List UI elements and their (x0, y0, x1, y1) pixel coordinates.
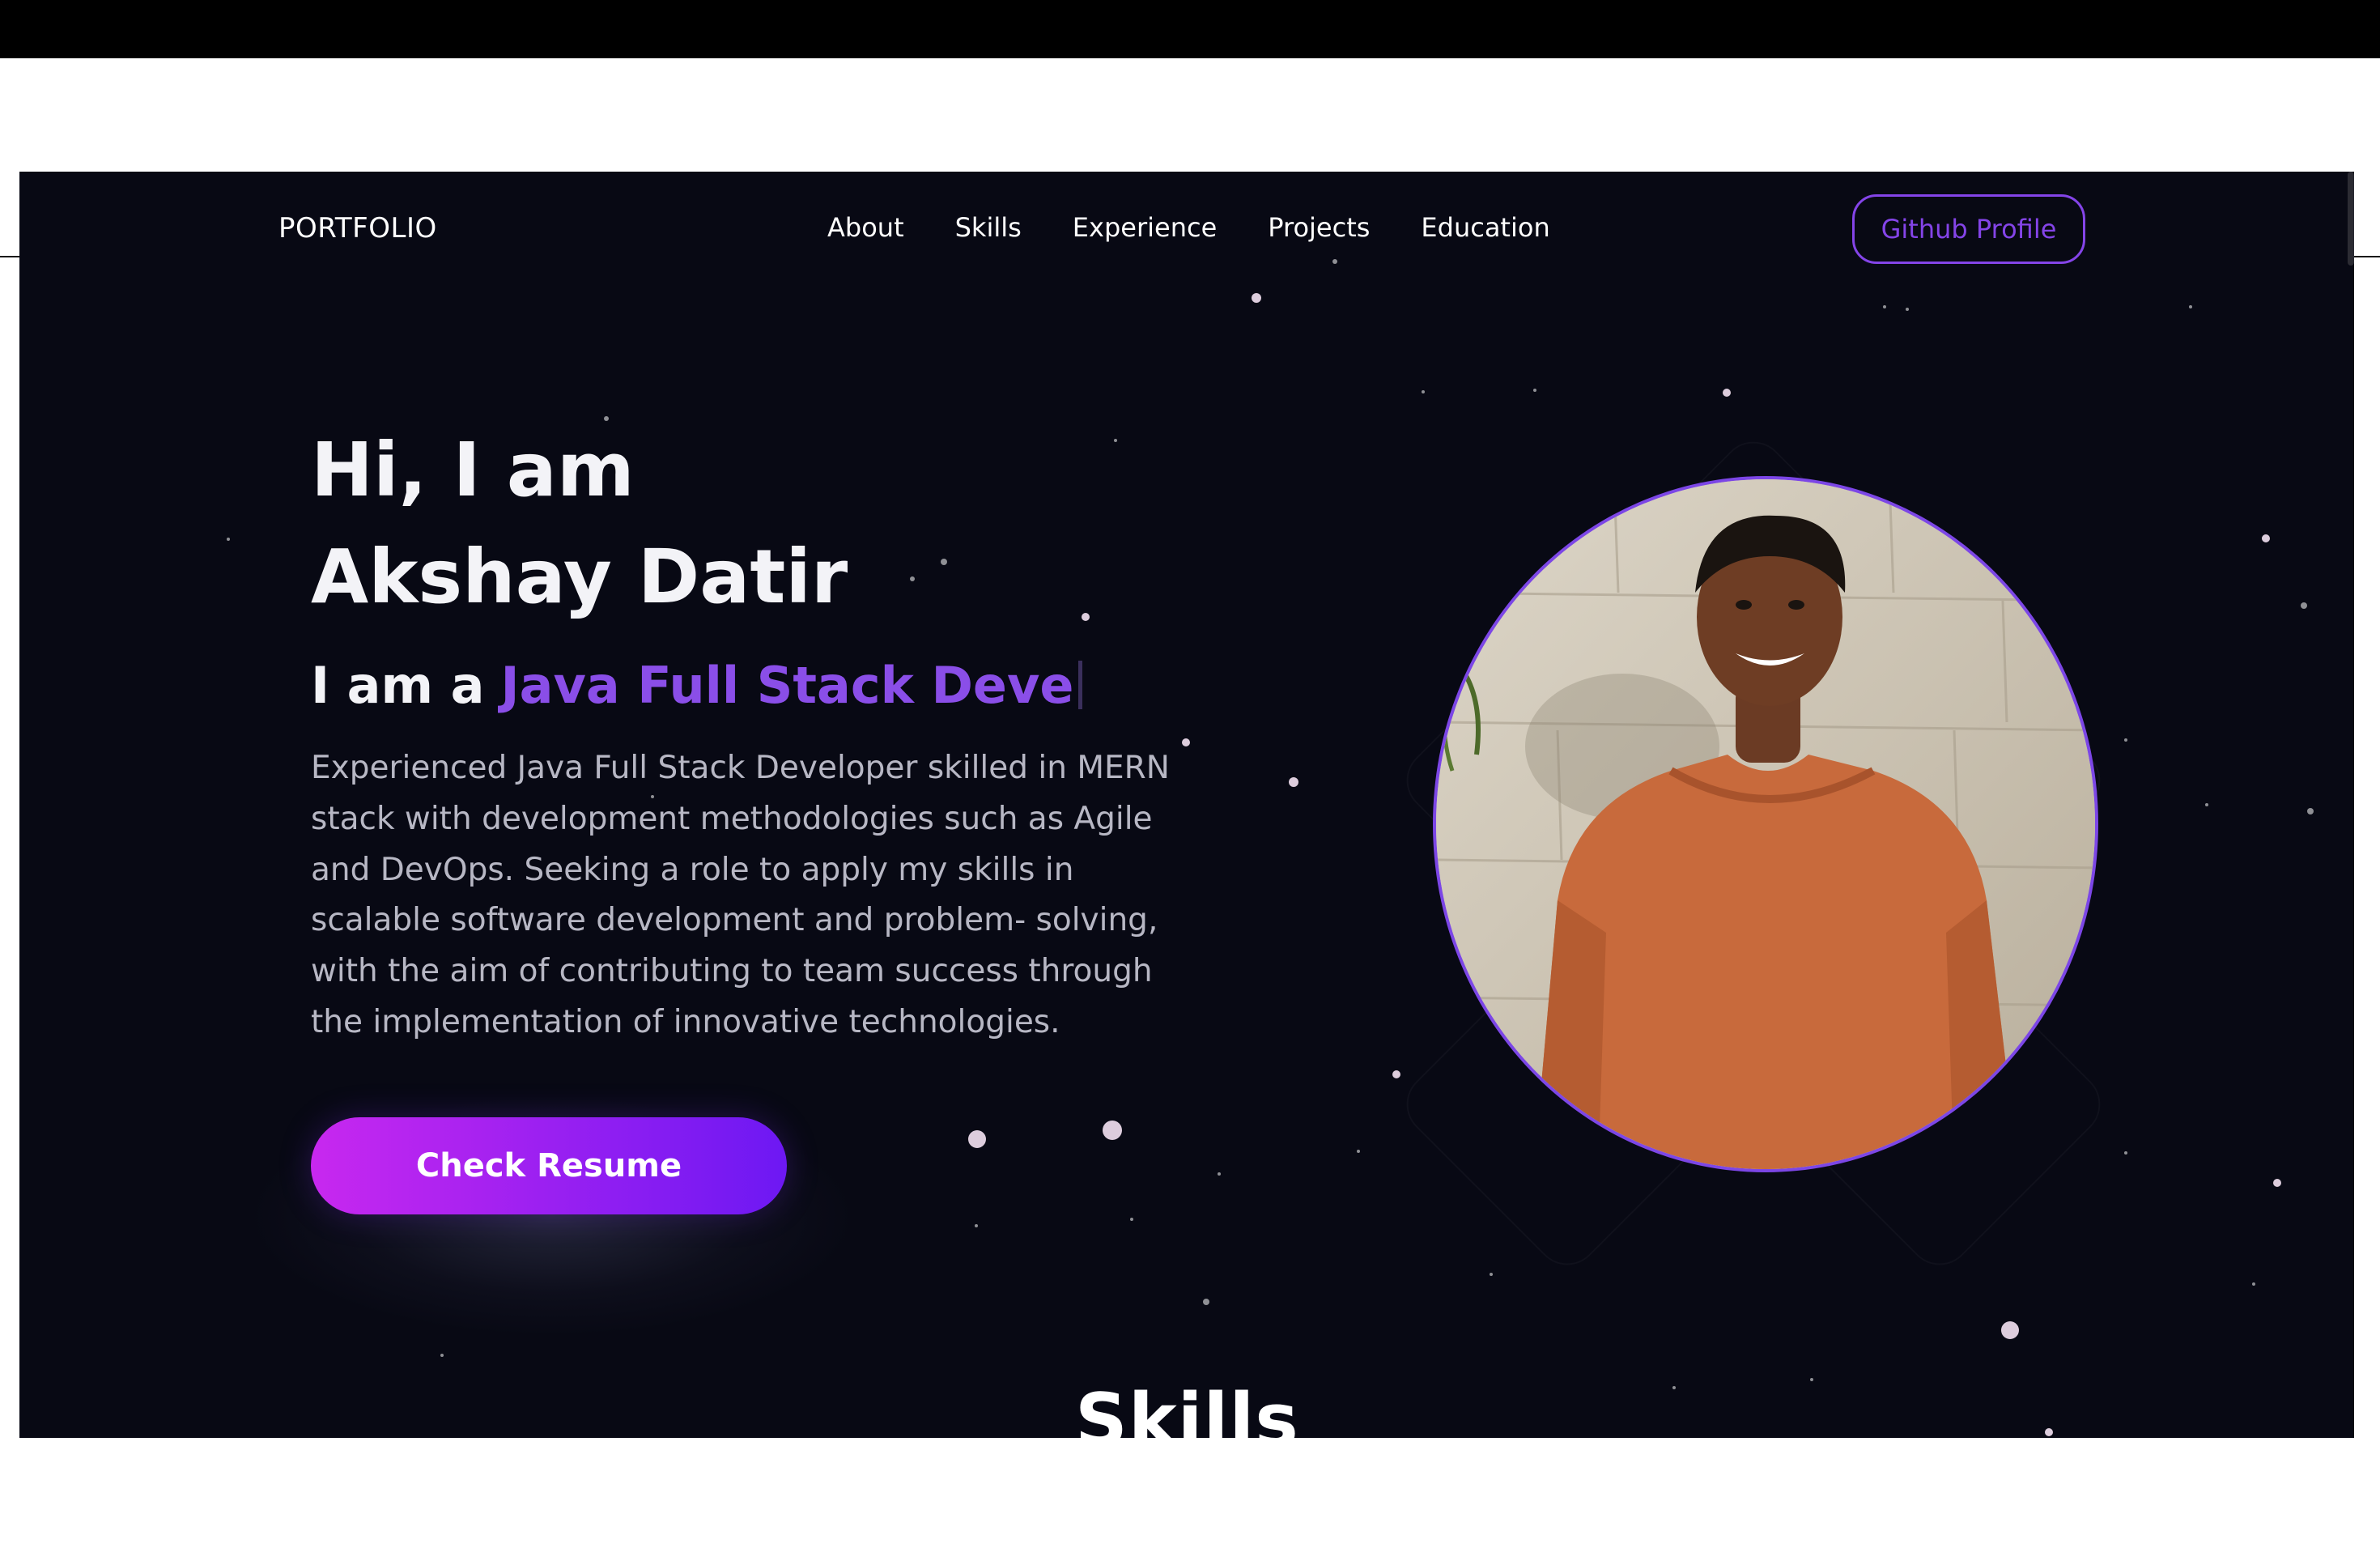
star-dot (2124, 1151, 2127, 1155)
role-line: I am a Java Full Stack Deve (311, 656, 1083, 715)
star-dot (1490, 1273, 1493, 1276)
role-typed-text: Java Full Stack Deve (500, 656, 1074, 715)
star-dot (440, 1354, 444, 1357)
star-dot (1332, 259, 1337, 264)
star-dot (2001, 1321, 2019, 1339)
star-dot (1114, 439, 1117, 442)
star-dot (2301, 602, 2307, 609)
star-dot (1392, 1070, 1400, 1078)
star-dot (1422, 390, 1425, 393)
section-heading-skills: Skills (1075, 1378, 1299, 1438)
star-dot (1533, 389, 1536, 392)
main-nav: About Skills Experience Projects Educati… (827, 212, 1550, 243)
star-dot (227, 538, 230, 541)
star-dot (968, 1130, 986, 1148)
nav-link-experience[interactable]: Experience (1073, 212, 1217, 243)
nav-link-projects[interactable]: Projects (1268, 212, 1370, 243)
star-dot (1103, 1121, 1122, 1140)
star-dot (1672, 1386, 1676, 1389)
star-dot (941, 559, 947, 565)
star-dot (2262, 534, 2270, 542)
profile-photo-illustration (1436, 479, 2095, 1169)
star-dot (1130, 1218, 1133, 1221)
check-resume-button[interactable]: Check Resume (311, 1117, 787, 1214)
nav-link-skills[interactable]: Skills (955, 212, 1022, 243)
star-dot (1218, 1172, 1221, 1176)
portfolio-page: PORTFOLIO About Skills Experience Projec… (19, 172, 2354, 1438)
star-dot (975, 1224, 978, 1227)
star-dot (1289, 777, 1298, 787)
star-dot (1810, 1378, 1813, 1381)
nav-link-education[interactable]: Education (1421, 212, 1549, 243)
star-dot (1906, 308, 1909, 311)
star-dot (1252, 293, 1261, 303)
star-dot (2273, 1179, 2281, 1187)
star-dot (1723, 389, 1731, 397)
star-dot (1082, 613, 1090, 621)
star-dot (1203, 1299, 1209, 1305)
hero-name: Akshay Datir (311, 534, 848, 620)
star-dot (2045, 1428, 2053, 1436)
scrollbar[interactable] (2348, 172, 2354, 266)
star-dot (2189, 305, 2192, 308)
star-dot (2124, 738, 2127, 742)
star-dot (604, 416, 609, 421)
typing-cursor (1078, 661, 1083, 709)
nav-link-about[interactable]: About (827, 212, 904, 243)
star-dot (2205, 803, 2208, 806)
browser-top-bar (0, 0, 2380, 58)
hero-greeting: Hi, I am (311, 427, 635, 513)
hero-description: Experienced Java Full Stack Developer sk… (311, 750, 1170, 1040)
role-prefix: I am a (311, 656, 485, 715)
star-dot (2252, 1282, 2255, 1286)
github-profile-button[interactable]: Github Profile (1852, 194, 2085, 264)
profile-photo (1433, 476, 2098, 1172)
star-dot (2307, 808, 2314, 814)
brand-logo[interactable]: PORTFOLIO (278, 212, 437, 245)
star-dot (1357, 1150, 1360, 1153)
star-dot (910, 576, 915, 581)
star-dot (1883, 305, 1886, 308)
